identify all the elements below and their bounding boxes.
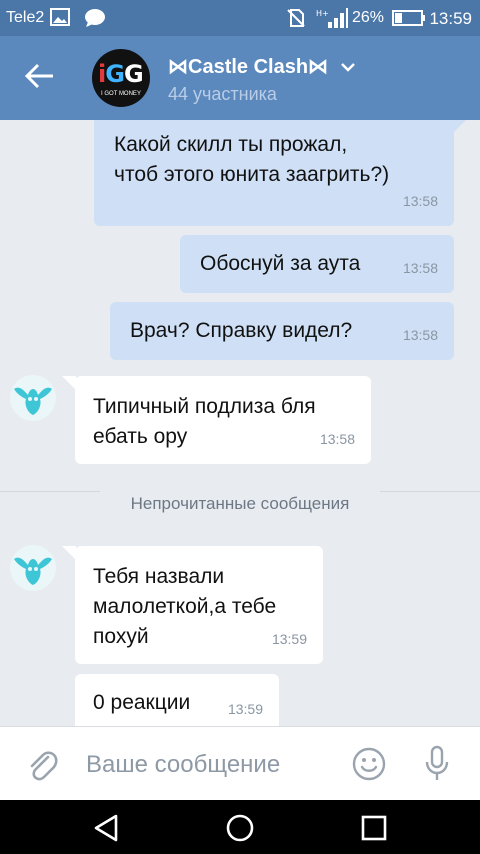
bird-icon: [14, 557, 52, 585]
home-nav-icon[interactable]: [224, 812, 256, 844]
message-composer: Ваше сообщение: [0, 726, 480, 801]
message-text: Обоснуй за аута: [200, 252, 361, 275]
status-time: 13:59: [429, 9, 472, 28]
svg-text:H+: H+: [316, 9, 329, 18]
chat-bubble-icon: [84, 8, 106, 33]
bubble-tail: [62, 546, 76, 560]
bird-icon: [14, 387, 52, 415]
message-time: 13:58: [402, 260, 438, 276]
user-avatar[interactable]: [10, 375, 56, 421]
message-time: 13:59: [271, 631, 307, 647]
message-text: Типичный подлиза бля ебать ору: [93, 395, 316, 448]
back-nav-icon[interactable]: [90, 812, 122, 844]
message-time: 13:58: [402, 193, 438, 209]
message-time: 13:58: [402, 327, 438, 343]
message-time: 13:58: [319, 431, 355, 447]
avatar-logo: iGG: [98, 60, 144, 88]
emoji-icon[interactable]: [352, 747, 386, 786]
signal-icon: H+: [316, 8, 348, 33]
chat-header: iGG I GOT MONEY ⋈Castle Clash⋈ 44 участн…: [0, 36, 480, 120]
message-outgoing[interactable]: Врач? Справку видел? 13:58: [110, 302, 454, 360]
message-text: Врач? Справку видел?: [130, 319, 353, 342]
arrow-left-icon: [24, 63, 53, 89]
status-bar: Tele2 H+ 26% 13:59: [0, 0, 480, 36]
battery-icon: [392, 10, 426, 31]
message-time: 13:59: [227, 701, 263, 717]
paperclip-icon[interactable]: [26, 747, 58, 788]
no-sim-icon: [286, 8, 306, 33]
carrier-name: Tele2: [6, 9, 45, 26]
system-nav-bar: [0, 800, 480, 854]
back-button[interactable]: [24, 62, 64, 94]
microphone-icon[interactable]: [424, 745, 450, 788]
battery-percent: 26%: [351, 9, 384, 26]
unread-divider-label: Непрочитанные сообщения: [130, 494, 350, 513]
avatar-tagline: I GOT MONEY: [101, 91, 141, 97]
message-input[interactable]: Ваше сообщение: [86, 751, 280, 779]
recents-nav-icon[interactable]: [358, 812, 390, 844]
member-count[interactable]: 44 участника: [168, 84, 277, 105]
message-list[interactable]: Какой скилл ты прожал, чтоб этого юнита …: [0, 120, 480, 726]
bubble-tail: [452, 120, 466, 134]
chevron-down-icon[interactable]: [340, 60, 356, 72]
group-avatar[interactable]: iGG I GOT MONEY: [92, 49, 150, 107]
chat-title[interactable]: ⋈Castle Clash⋈: [168, 54, 328, 79]
message-incoming[interactable]: Типичный подлиза бля ебать ору 13:58: [75, 376, 371, 464]
image-icon: [50, 8, 70, 31]
bubble-tail: [62, 376, 76, 390]
message-outgoing[interactable]: Обоснуй за аута 13:58: [180, 235, 454, 293]
message-incoming[interactable]: 0 реакции 13:59: [75, 674, 279, 726]
message-text: Какой скилл ты прожал, чтоб этого юнита …: [114, 133, 390, 186]
user-avatar[interactable]: [10, 545, 56, 591]
message-outgoing[interactable]: Какой скилл ты прожал, чтоб этого юнита …: [94, 120, 454, 226]
message-incoming[interactable]: Тебя назвали малолеткой,а тебе похуй 13:…: [75, 546, 323, 664]
